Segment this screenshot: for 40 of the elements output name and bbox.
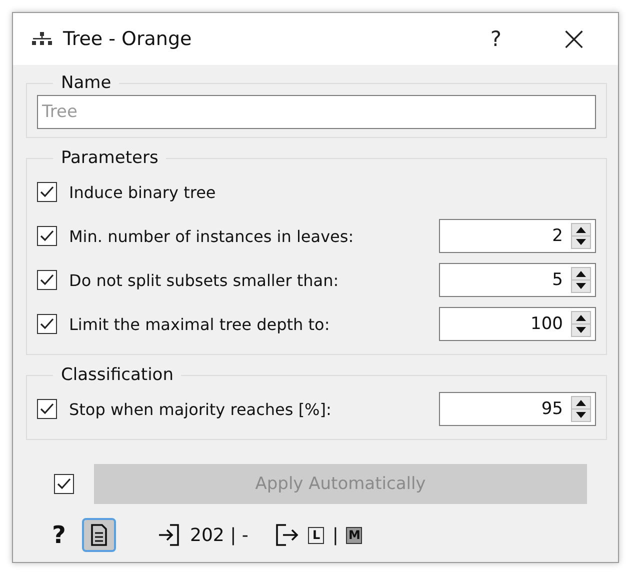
group-title: Classification — [60, 365, 174, 385]
spin-box[interactable]: 5 — [439, 263, 596, 297]
spin-arrows-icon[interactable] — [571, 311, 591, 337]
checkbox[interactable] — [37, 314, 57, 334]
close-button[interactable]: × — [554, 22, 594, 56]
option-label: Limit the maximal tree depth to: — [69, 314, 331, 334]
checkmark-icon — [40, 186, 54, 198]
spin-arrows-icon[interactable] — [571, 396, 591, 422]
checkmark-icon — [57, 478, 71, 490]
output-status: M — [346, 526, 362, 544]
checkmark-icon — [40, 318, 54, 330]
spin-arrows-icon[interactable] — [571, 267, 591, 293]
spin-box[interactable]: 100 — [439, 307, 596, 341]
option-label: Do not split subsets smaller than: — [69, 270, 340, 290]
checkbox[interactable] — [37, 182, 57, 202]
group-title: Parameters — [60, 148, 160, 168]
checkmark-icon — [40, 403, 54, 415]
option-label: Min. number of instances in leaves: — [69, 226, 355, 246]
output-separator: | — [332, 524, 338, 546]
spin-arrows-icon[interactable] — [571, 223, 591, 249]
help-button[interactable]: ? — [476, 27, 516, 51]
option-label: Stop when majority reaches [%]: — [69, 400, 332, 418]
output-status: L — [308, 526, 324, 544]
output-icon — [274, 523, 300, 547]
group-title: Name — [60, 73, 112, 93]
option-label: Induce binary tree — [69, 182, 217, 202]
checkbox[interactable] — [37, 226, 57, 246]
checkbox[interactable] — [37, 270, 57, 290]
checkbox[interactable] — [37, 399, 57, 419]
input-icon — [158, 523, 182, 547]
checkmark-icon — [40, 274, 54, 286]
report-icon[interactable] — [82, 518, 116, 552]
window-title: Tree - Orange — [63, 28, 193, 50]
tree-icon — [31, 32, 53, 46]
spin-box[interactable]: 2 — [439, 219, 596, 253]
checkmark-icon — [40, 230, 54, 242]
help-button[interactable]: ? — [52, 521, 74, 549]
name-field[interactable]: Tree — [37, 95, 596, 129]
spin-box[interactable]: 95 — [439, 392, 596, 426]
input-summary: 202 | - — [190, 524, 248, 546]
